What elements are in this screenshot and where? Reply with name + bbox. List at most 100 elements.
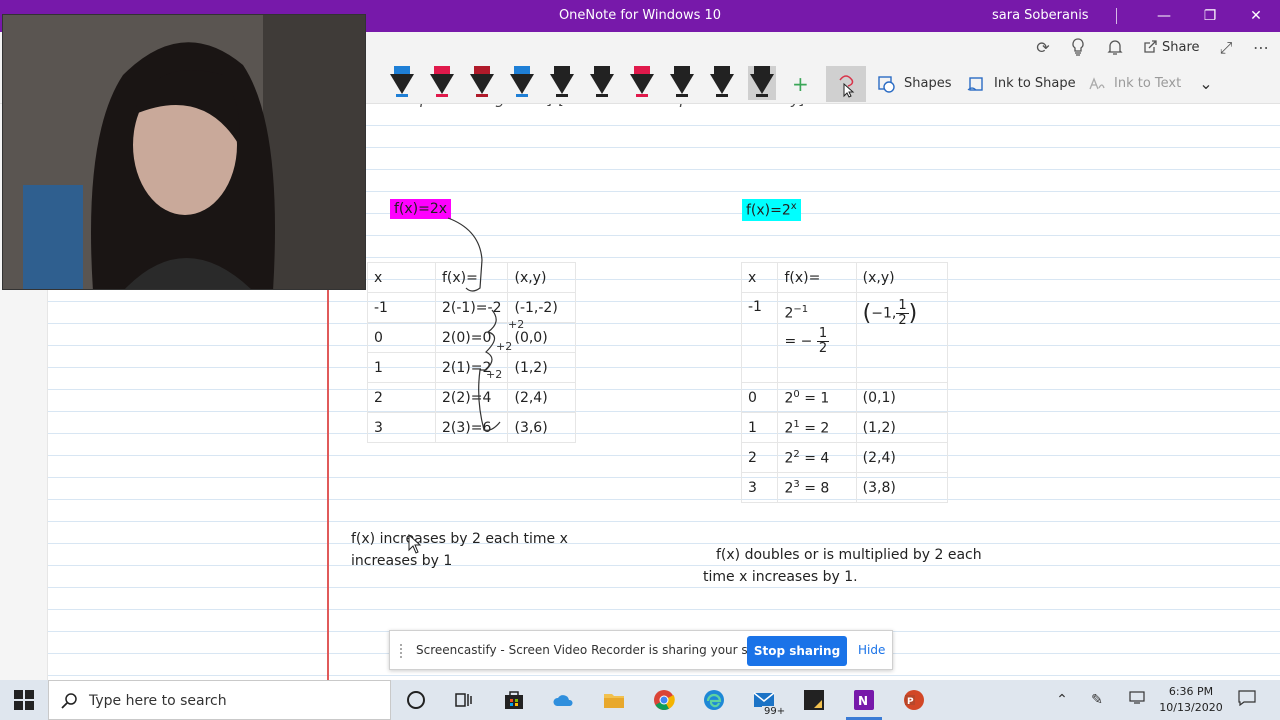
exponential-note-line2: time x increases by 1. (703, 569, 858, 585)
file-explorer-icon[interactable] (602, 688, 626, 712)
bell-icon[interactable] (1105, 38, 1125, 58)
title-separator (1116, 8, 1117, 24)
table-cell: 1 (367, 352, 436, 383)
restore-button[interactable]: ❐ (1200, 6, 1220, 26)
pen-tool-icon[interactable] (388, 66, 416, 100)
pen-tool-icon[interactable] (428, 66, 456, 100)
table-row: 0 20 = 1 (0,1) (740, 382, 949, 413)
sync-icon[interactable]: ⟳ (1033, 38, 1053, 58)
table-cell: 3 (367, 412, 436, 443)
pen-workspace-icon[interactable]: ✎ (1087, 690, 1107, 710)
cell-x: -1 (740, 292, 779, 383)
ribbon-expand-chevron-icon[interactable]: ⌄ (1196, 74, 1216, 94)
taskbar: Type here to search 99+ N P ⌃ ✎ 6:36 PM … (0, 680, 1280, 720)
table-cell: 2 (367, 382, 436, 413)
table-cell: -1 (367, 292, 436, 323)
onedrive-icon[interactable] (552, 688, 576, 712)
cell-x: 1 (740, 412, 779, 443)
fraction-numerator: 1 (816, 325, 830, 342)
lasso-select-button[interactable] (826, 66, 866, 102)
clock-date: 10/13/2020 (1159, 701, 1223, 714)
pen-tool-icon[interactable] (548, 66, 576, 100)
ink-plus-2-b: +2 (496, 340, 512, 353)
store-icon[interactable] (502, 688, 526, 712)
pt-prefix: −1, (871, 305, 897, 322)
pen-tool-icon[interactable] (588, 66, 616, 100)
table-row: -1 2−1 = − 12 (−1, 1 2) (740, 292, 949, 383)
hide-button[interactable]: Hide (858, 643, 885, 657)
pow-value: = 1 (799, 390, 830, 407)
mouse-cursor-icon (408, 534, 422, 554)
cell-xy: (1,2) (855, 412, 949, 443)
table-cell: 0 (367, 322, 436, 353)
fraction-denominator: 2 (818, 340, 828, 356)
pt-numerator: 1 (896, 298, 909, 314)
table-header-row: x f(x)= (x,y) (740, 262, 949, 293)
table-row: 1 21 = 2 (1,2) (740, 412, 949, 443)
pen-tool-icon[interactable] (748, 66, 776, 100)
eq-minus: = − (784, 333, 813, 350)
windows-start-icon[interactable] (14, 690, 34, 710)
pen-tool-icon[interactable] (668, 66, 696, 100)
linear-note: f(x) increases by 2 each time x increase… (351, 531, 568, 569)
cell-xy: (0,1) (855, 382, 949, 413)
edge-icon[interactable] (702, 688, 726, 712)
pow-value: = 8 (799, 480, 830, 497)
action-center-icon[interactable] (1237, 690, 1257, 710)
cell-fx: 22 = 4 (777, 442, 857, 473)
minimize-button[interactable]: — (1154, 6, 1174, 26)
taskbar-clock[interactable]: 6:36 PM 10/13/2020 (1150, 684, 1232, 716)
paren-right: ) (908, 301, 918, 326)
pen-tool-icon[interactable] (468, 66, 496, 100)
cell-x: 2 (740, 442, 779, 473)
header-fx: f(x)= (777, 262, 857, 293)
powerpoint-icon[interactable]: P (902, 688, 926, 712)
user-name[interactable]: sara Soberanis (992, 8, 1089, 23)
close-button[interactable]: ✕ (1246, 6, 1266, 26)
share-button[interactable]: Share (1162, 38, 1200, 58)
svg-text:N: N (858, 694, 868, 708)
share-icon[interactable] (1141, 38, 1161, 58)
pt-fraction: 12 (896, 298, 909, 328)
ink-to-text-button[interactable]: Ink to Text (1114, 76, 1181, 91)
add-pen-icon[interactable]: + (792, 72, 809, 96)
chrome-icon[interactable] (652, 688, 676, 712)
pen-tool-icon[interactable] (708, 66, 736, 100)
fraction: 12 (816, 325, 830, 356)
paren-left: ( (862, 301, 872, 326)
pow-value: = 4 (799, 450, 830, 467)
ink-to-shape-icon (966, 74, 986, 94)
task-view-icon[interactable] (452, 688, 476, 712)
pen-tool-icon[interactable] (508, 66, 536, 100)
shapes-button[interactable]: Shapes (904, 76, 951, 91)
webcam-overlay[interactable] (2, 14, 366, 290)
share-message: Screencastify - Screen Video Recorder is… (416, 643, 786, 657)
sticky-notes-icon[interactable] (802, 688, 826, 712)
exp-label-exponent: x (790, 201, 797, 212)
stop-sharing-button[interactable]: Stop sharing (747, 636, 847, 666)
onenote-icon[interactable]: N (852, 688, 876, 712)
cell-fx: 20 = 1 (777, 382, 857, 413)
drag-handle-icon[interactable] (400, 644, 406, 658)
show-hidden-icons-chevron[interactable]: ⌃ (1052, 690, 1072, 710)
ink-plus-2-c: +2 (486, 368, 502, 381)
table-cell: x (367, 262, 436, 293)
network-icon[interactable] (1127, 690, 1147, 710)
fullscreen-icon[interactable]: ⤢ (1216, 38, 1236, 58)
taskbar-search-box[interactable]: Type here to search (48, 680, 391, 720)
cell-xy: (−1, 1 2) (855, 292, 949, 383)
header-xy: (x,y) (855, 262, 949, 293)
cell-fx: 23 = 8 (777, 472, 857, 503)
exponential-note-line1: f(x) doubles or is multiplied by 2 each (716, 547, 982, 563)
lightbulb-icon[interactable] (1068, 38, 1088, 58)
webcam-person-image (3, 15, 365, 289)
cell-fx: 21 = 2 (777, 412, 857, 443)
ink-to-shape-button[interactable]: Ink to Shape (994, 76, 1076, 91)
pow-value: = 2 (799, 420, 830, 437)
screen-share-bar: Screencastify - Screen Video Recorder is… (389, 630, 893, 670)
cortana-icon[interactable] (404, 688, 428, 712)
pt-denominator: 2 (898, 313, 907, 328)
exponential-function-label: f(x)=2x (742, 199, 801, 221)
more-options-icon[interactable]: ⋯ (1251, 38, 1271, 58)
pen-tool-icon[interactable] (628, 66, 656, 100)
